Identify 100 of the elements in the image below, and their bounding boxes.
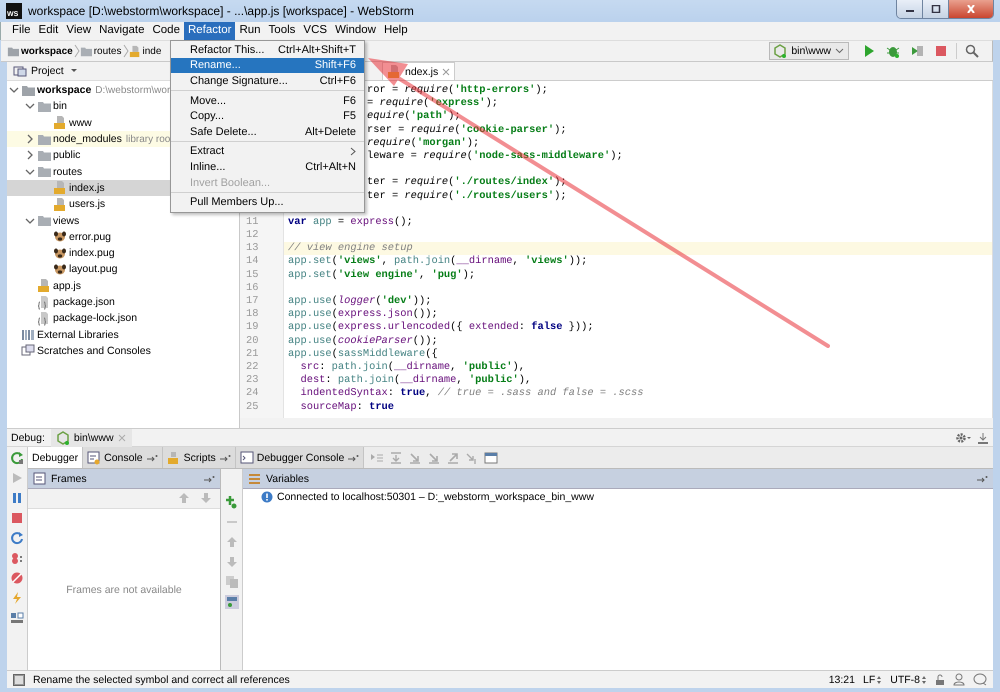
shortcut-hint: Ctrl+Alt+Shift+T (278, 44, 356, 56)
menu-item[interactable]: Run (235, 22, 265, 40)
tree-item[interactable]: package-lock.json (7, 310, 239, 326)
menu-item[interactable]: Pull Members Up... (171, 194, 364, 210)
node-hexagon-icon (774, 44, 788, 58)
pane-title: Variables (266, 472, 309, 484)
run-config-dropdown[interactable]: bin\www (769, 42, 849, 60)
maximize-button[interactable] (923, 0, 949, 18)
tree-item[interactable]: index.pug (7, 244, 239, 262)
run-icon[interactable] (862, 44, 876, 58)
stop-icon[interactable] (10, 511, 24, 525)
tree-item[interactable]: External Libraries (7, 326, 239, 343)
line-separator-selector[interactable]: LF (862, 674, 882, 686)
pin-arrow-icon[interactable] (146, 454, 158, 462)
pin-arrow-icon[interactable] (976, 474, 988, 482)
stop-icon[interactable] (934, 44, 948, 58)
menu-item[interactable]: VCS (299, 22, 332, 40)
breadcrumb[interactable]: workspace (7, 44, 73, 58)
code-line: require('morgan'); (366, 136, 480, 150)
menu-item[interactable]: Edit (34, 22, 62, 40)
layout-icon[interactable] (10, 611, 24, 625)
menu-item[interactable]: Navigate (95, 22, 148, 40)
pin-arrow-icon[interactable] (218, 454, 231, 462)
step-out-icon[interactable] (446, 450, 460, 464)
menu-item[interactable]: Move... F6 (171, 92, 364, 108)
menu-item[interactable]: Help (380, 22, 412, 40)
debug-bug-icon[interactable] (886, 44, 900, 58)
line-number: 21 (245, 348, 260, 361)
minimize-button[interactable] (897, 0, 923, 18)
session-tab[interactable]: bin\www (50, 428, 132, 446)
tree-item[interactable]: Scratches and Consoles (7, 342, 239, 360)
menu-item[interactable]: Refactor This... Ctrl+Alt+Shift+T (171, 42, 364, 58)
code-line: sourceMap: true (299, 400, 396, 414)
close-icon[interactable] (442, 68, 450, 76)
debug-tab[interactable]: Console (83, 447, 163, 468)
speech-bubble-icon[interactable] (973, 673, 987, 686)
panel-title-dropdown[interactable]: Project (31, 65, 78, 77)
close-button[interactable] (949, 0, 993, 18)
encoding-selector[interactable]: UTF-8 (890, 674, 927, 686)
menu-item[interactable]: Copy... F5 (171, 108, 364, 124)
code-line: src: path.join(__dirname, 'public'), (299, 360, 526, 374)
line-number: 13 (245, 242, 260, 256)
toggle-panels-icon[interactable] (13, 674, 25, 686)
rerun-icon[interactable] (10, 451, 24, 465)
line-number: 25 (245, 400, 260, 414)
settings-icon[interactable] (955, 432, 971, 444)
horizontal-scrollbar[interactable] (240, 418, 993, 428)
tree-item[interactable]: package.json (7, 294, 239, 310)
debug-tab[interactable]: Debugger Console (236, 447, 364, 468)
step-over-icon[interactable] (389, 450, 404, 464)
person-icon[interactable] (953, 673, 965, 686)
menu-item[interactable]: Refactor (184, 22, 236, 40)
menu-item[interactable]: Tools (264, 22, 300, 40)
pin-arrow-icon[interactable] (347, 454, 360, 462)
menu-item[interactable]: Code (148, 22, 184, 40)
line-number: 22 (245, 360, 260, 374)
mute-breakpoints-icon[interactable] (10, 571, 24, 585)
force-step-into-icon[interactable] (427, 450, 442, 464)
hide-panel-icon[interactable] (977, 432, 989, 444)
refresh-icon[interactable] (10, 531, 24, 545)
lock-icon[interactable] (935, 674, 945, 686)
breakpoints-icon[interactable] (10, 551, 24, 565)
menu-item[interactable]: File (8, 22, 35, 40)
updown-icon (876, 674, 882, 684)
code-line: = require('express'); (366, 97, 498, 110)
code-line: app.use(logger('dev')); (287, 295, 432, 308)
code-line: app.set('view engine', 'pug'); (287, 268, 476, 282)
step-into-icon[interactable] (408, 450, 422, 464)
js-file-icon (53, 180, 67, 196)
json-file-icon (37, 294, 51, 310)
cursor-position[interactable]: 13:21 (828, 674, 855, 686)
menu-item[interactable]: Window (331, 22, 380, 40)
line-number: 23 (245, 374, 260, 388)
menu-item[interactable]: Change Signature... Ctrl+F6 (171, 73, 364, 89)
menu-item[interactable]: View (62, 22, 96, 40)
tree-item[interactable]: layout.pug (7, 261, 239, 278)
debug-tab[interactable]: Scripts (162, 447, 236, 468)
dropdown-caret-icon (70, 68, 78, 74)
debug-tab[interactable]: Debugger (28, 447, 84, 468)
tree-item[interactable]: app.js (7, 278, 239, 294)
chevron-separator-icon (122, 44, 128, 58)
terminal-icon (240, 450, 254, 464)
breadcrumb[interactable]: routes (80, 44, 122, 58)
line-number: 24 (245, 387, 260, 400)
menu-item[interactable]: Rename... Shift+F6 (171, 58, 364, 74)
tree-item[interactable]: views (7, 212, 239, 229)
watches-icon[interactable] (224, 595, 238, 609)
breadcrumb[interactable]: inde (128, 44, 162, 58)
library-bars-icon (21, 327, 35, 342)
menu-item[interactable]: Inline... Ctrl+Alt+N (171, 159, 364, 175)
tree-item[interactable]: error.pug (7, 228, 239, 245)
coverage-icon[interactable] (910, 44, 924, 58)
add-watch-icon[interactable] (224, 495, 238, 509)
editor-tab[interactable]: ndex.js (382, 62, 456, 80)
pause-icon[interactable] (10, 491, 24, 505)
json-file-icon (37, 310, 51, 326)
search-icon[interactable] (965, 44, 979, 58)
evaluate-icon[interactable] (484, 450, 498, 464)
pin-arrow-icon[interactable] (203, 474, 215, 482)
shortcut-hint: F6 (343, 94, 356, 107)
